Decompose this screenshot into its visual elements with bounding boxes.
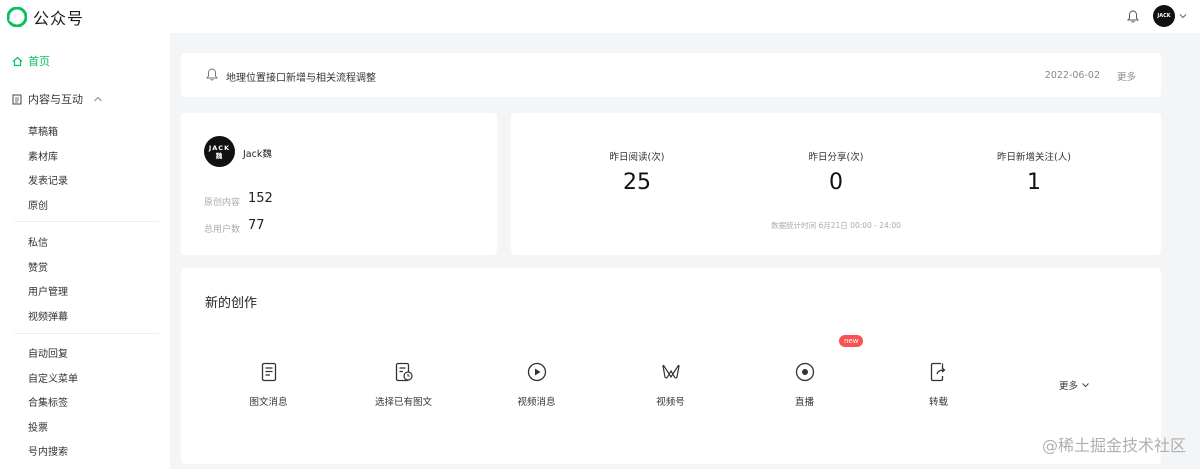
top-right-tools: JACK: [1123, 5, 1188, 27]
sidebar-item-messages[interactable]: 私信: [28, 234, 48, 249]
notice-date: 2022-06-02: [1044, 70, 1100, 81]
notice-more-link[interactable]: 更多: [1117, 69, 1136, 83]
document-icon: [12, 94, 22, 104]
channels-icon: [661, 364, 680, 379]
original-count-value: 152: [248, 191, 273, 206]
metric-label: 昨日新增关注(人): [997, 152, 1071, 163]
metric-reads: 昨日阅读(次) 25: [537, 149, 737, 195]
chevron-down-icon: [1082, 383, 1089, 388]
repost-button[interactable]: 转载: [871, 360, 1006, 408]
create-video-button[interactable]: 视频消息: [469, 360, 604, 408]
app-name: 公众号: [33, 8, 85, 28]
metric-value: 1: [1027, 170, 1041, 195]
sidebar-item-collection-tags[interactable]: 合集标签: [28, 394, 68, 409]
metric-value: 25: [623, 170, 651, 195]
create-card: 新的创作 图文消息 选择已有图文 视频消息 视频号 直播 new 转载 更多: [181, 268, 1161, 464]
avatar-subtext: 魏: [215, 151, 224, 160]
brand[interactable]: 公众号: [7, 5, 84, 29]
sidebar-item-materials[interactable]: 素材库: [28, 148, 58, 163]
avatar-text: JACK: [208, 143, 231, 152]
sidebar-item-users[interactable]: 用户管理: [28, 283, 68, 298]
metric-new-followers: 昨日新增关注(人) 1: [934, 149, 1134, 195]
sidebar-item-original[interactable]: 原创: [28, 197, 48, 212]
user-avatar[interactable]: JACK: [1153, 5, 1175, 27]
sidebar-group-label: 内容与互动: [28, 93, 83, 106]
sidebar-item-drafts[interactable]: 草稿箱: [28, 123, 58, 138]
original-count-label: 原创内容: [204, 198, 241, 208]
sidebar-divider: [14, 221, 159, 222]
sidebar-item-custom-menu[interactable]: 自定义菜单: [28, 370, 78, 385]
sidebar-item-vote[interactable]: 投票: [28, 419, 48, 434]
metric-label: 昨日阅读(次): [609, 152, 665, 163]
tool-label: 图文消息: [249, 397, 288, 408]
wechat-official-logo-icon: [7, 6, 27, 27]
notice-bell-icon: [206, 68, 218, 81]
metric-value: 0: [829, 170, 843, 195]
channels-button[interactable]: 视频号: [603, 360, 738, 408]
notice-card: 地理位置接口新增与相关流程调整 2022-06-02 更多: [181, 53, 1161, 97]
select-existing-article-button[interactable]: 选择已有图文: [336, 360, 471, 408]
sidebar-item-search[interactable]: 号内搜索: [28, 443, 68, 458]
stats-period: 数据统计时间 6月21日 00:00 - 24:00: [771, 221, 901, 230]
new-badge: new: [839, 335, 864, 347]
sidebar-item-home[interactable]: 首页: [12, 53, 50, 69]
chevron-up-icon: [94, 96, 102, 102]
sidebar: 首页 内容与互动 草稿箱 素材库 发表记录 原创 私信 赞赏 用户管理 视频弹幕…: [0, 33, 170, 469]
sidebar-group-content[interactable]: 内容与互动: [12, 91, 112, 107]
sidebar-item-rewards[interactable]: 赞赏: [28, 259, 48, 274]
article-history-icon: [395, 362, 413, 382]
avatar-text: JACK: [1157, 13, 1171, 19]
watermark: @稀土掘金技术社区: [1041, 436, 1186, 455]
play-icon: [527, 362, 546, 382]
top-bar: 公众号 JACK: [0, 0, 1200, 33]
home-icon: [12, 56, 23, 66]
notification-bell-icon[interactable]: [1123, 6, 1143, 26]
tool-label: 直播: [794, 397, 814, 408]
tool-label: 视频号: [656, 397, 685, 408]
account-card: JACK 魏 Jack魏 原创内容 152 总用户数 77: [181, 113, 497, 255]
more-tools-dropdown[interactable]: 更多: [1059, 378, 1090, 392]
chevron-down-icon[interactable]: [1178, 11, 1188, 21]
tool-label: 视频消息: [517, 397, 556, 408]
create-article-button[interactable]: 图文消息: [201, 360, 336, 408]
user-count-label: 总用户数: [204, 225, 241, 235]
notice-link[interactable]: 地理位置接口新增与相关流程调整: [226, 69, 376, 84]
article-icon: [261, 362, 276, 382]
create-title: 新的创作: [205, 296, 258, 311]
sidebar-item-video-danmaku[interactable]: 视频弹幕: [28, 308, 68, 323]
repost-icon: [930, 362, 946, 382]
metric-label: 昨日分享(次): [808, 152, 864, 163]
tool-label: 转载: [928, 397, 948, 408]
account-avatar[interactable]: JACK 魏: [204, 136, 235, 167]
sidebar-divider: [14, 333, 159, 334]
live-button[interactable]: 直播: [737, 360, 872, 408]
metric-shares: 昨日分享(次) 0: [736, 149, 936, 195]
user-count-value: 77: [248, 218, 265, 233]
account-name: Jack魏: [243, 149, 272, 160]
live-icon: [795, 362, 814, 382]
more-label: 更多: [1059, 381, 1079, 392]
metrics-card: 昨日阅读(次) 25 昨日分享(次) 0 昨日新增关注(人) 1 数据统计时间 …: [511, 113, 1161, 255]
sidebar-item-label: 首页: [28, 55, 50, 68]
tool-label: 选择已有图文: [374, 397, 432, 408]
sidebar-item-published[interactable]: 发表记录: [28, 172, 68, 187]
sidebar-item-auto-reply[interactable]: 自动回复: [28, 345, 68, 360]
